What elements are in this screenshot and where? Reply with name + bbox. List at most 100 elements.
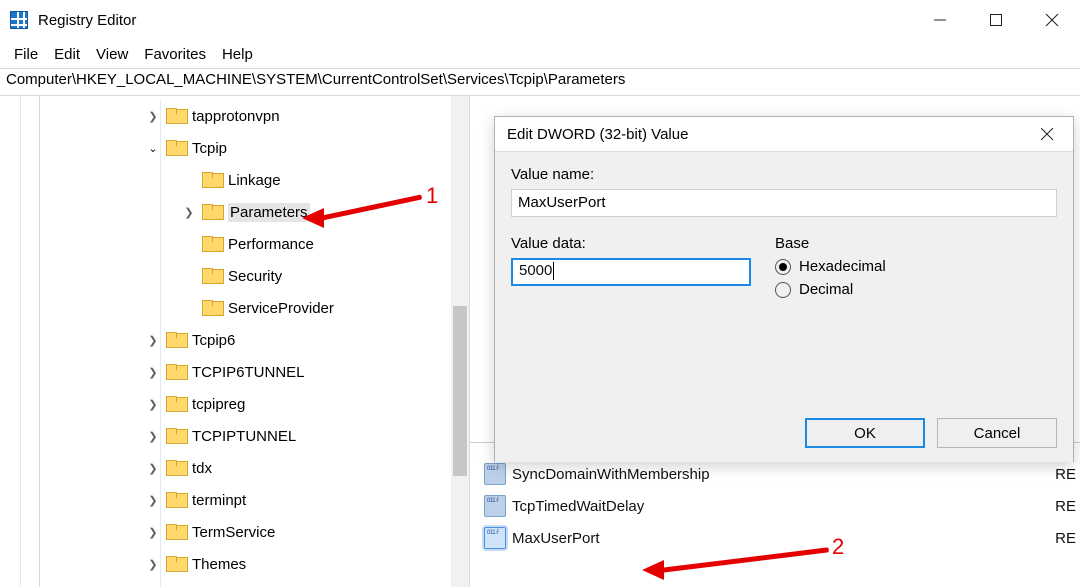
expand-icon[interactable]: ❯ <box>144 331 162 349</box>
tree-item-label: Parameters <box>228 203 310 222</box>
edit-dword-dialog: Edit DWORD (32-bit) Value Value name: Ma… <box>494 116 1074 462</box>
menu-view[interactable]: View <box>88 46 136 63</box>
app-icon <box>10 11 28 29</box>
expand-icon <box>180 171 198 189</box>
dword-icon <box>484 463 506 485</box>
value-row[interactable]: TcpTimedWaitDelay RE <box>470 490 1080 522</box>
tree-item[interactable]: ServiceProvider <box>40 292 451 324</box>
menu-edit[interactable]: Edit <box>46 46 88 63</box>
tree-item[interactable]: ❯ tcpipreg <box>40 388 451 420</box>
folder-icon <box>166 428 186 444</box>
tree-item[interactable]: ⌄ Tcpip <box>40 132 451 164</box>
tree-item[interactable]: ❯ terminpt <box>40 484 451 516</box>
value-data-input[interactable]: 5000 <box>511 258 751 286</box>
tree-item[interactable]: ❯ TCPIPTUNNEL <box>40 420 451 452</box>
tree-item-label: ServiceProvider <box>228 300 334 317</box>
close-button[interactable] <box>1024 0 1080 40</box>
expand-icon[interactable]: ❯ <box>180 203 198 221</box>
tree-item-label: Tcpip6 <box>192 332 235 349</box>
annotation-number: 1 <box>426 183 438 209</box>
tree-item-label: Security <box>228 268 282 285</box>
minimize-button[interactable] <box>912 0 968 40</box>
tree-item-label: TermService <box>192 524 275 541</box>
folder-icon <box>166 524 186 540</box>
tree-item[interactable]: ❯ TCPIP6TUNNEL <box>40 356 451 388</box>
expand-icon[interactable]: ❯ <box>144 523 162 541</box>
menu-favorites[interactable]: Favorites <box>136 46 214 63</box>
tree-item-label: Performance <box>228 236 314 253</box>
menubar: File Edit View Favorites Help <box>0 40 1080 68</box>
radio-hexadecimal[interactable]: Hexadecimal <box>775 258 1057 275</box>
tree-item-label: TCPIP6TUNNEL <box>192 364 305 381</box>
scroll-thumb[interactable] <box>453 306 467 476</box>
folder-icon <box>166 140 186 156</box>
radio-icon <box>775 259 791 275</box>
titlebar: Registry Editor <box>0 0 1080 40</box>
ok-button[interactable]: OK <box>805 418 925 448</box>
expand-icon[interactable]: ❯ <box>144 459 162 477</box>
value-row-maxuserport[interactable]: MaxUserPort RE <box>470 522 1080 554</box>
folder-icon <box>202 236 222 252</box>
tree-item-label: tdx <box>192 460 212 477</box>
expand-icon[interactable]: ❯ <box>144 107 162 125</box>
expand-icon[interactable]: ❯ <box>144 555 162 573</box>
tree-item[interactable]: ❯ tapprotonvpn <box>40 100 451 132</box>
dialog-title: Edit DWORD (32-bit) Value <box>507 126 688 143</box>
left-gutter <box>0 96 40 587</box>
folder-icon <box>166 396 186 412</box>
expand-icon <box>180 235 198 253</box>
folder-icon <box>166 460 186 476</box>
tree-item[interactable]: ❯ TermService <box>40 516 451 548</box>
address-bar[interactable]: Computer\HKEY_LOCAL_MACHINE\SYSTEM\Curre… <box>0 68 1080 96</box>
tree-pane: ❯ tapprotonvpn ⌄ Tcpip Linkage ❯ Paramet… <box>40 96 470 587</box>
tree-item[interactable]: Linkage <box>40 164 451 196</box>
folder-icon <box>202 300 222 316</box>
base-label: Base <box>775 235 1057 252</box>
expand-icon[interactable]: ❯ <box>144 363 162 381</box>
value-name: SyncDomainWithMembership <box>512 466 710 483</box>
dword-icon <box>484 495 506 517</box>
maximize-button[interactable] <box>968 0 1024 40</box>
dialog-close-button[interactable] <box>1027 121 1067 147</box>
expand-icon[interactable]: ❯ <box>144 427 162 445</box>
tree-item[interactable]: ❯ tdx <box>40 452 451 484</box>
cancel-button[interactable]: Cancel <box>937 418 1057 448</box>
menu-help[interactable]: Help <box>214 46 261 63</box>
expand-icon <box>180 267 198 285</box>
tree-item[interactable]: Performance <box>40 228 451 260</box>
value-type: RE <box>1055 466 1076 483</box>
tree-item[interactable]: ❯ Themes <box>40 548 451 580</box>
folder-icon <box>202 172 222 188</box>
expand-icon[interactable]: ❯ <box>144 491 162 509</box>
folder-icon <box>166 492 186 508</box>
menu-file[interactable]: File <box>6 46 46 63</box>
folder-icon <box>202 204 222 220</box>
tree-item-label: tapprotonvpn <box>192 108 280 125</box>
tree-item[interactable]: Security <box>40 260 451 292</box>
annotation-number: 2 <box>832 534 844 560</box>
value-type: RE <box>1055 498 1076 515</box>
tree-item-label: Themes <box>192 556 246 573</box>
radio-icon <box>775 282 791 298</box>
value-name-label: Value name: <box>511 166 1057 183</box>
value-name: MaxUserPort <box>512 530 600 547</box>
window-title: Registry Editor <box>38 12 912 29</box>
expand-icon[interactable]: ❯ <box>144 395 162 413</box>
tree-item-label: Linkage <box>228 172 281 189</box>
expand-icon <box>180 299 198 317</box>
value-name-field[interactable]: MaxUserPort <box>511 189 1057 217</box>
value-row[interactable]: SyncDomainWithMembership RE <box>470 458 1080 490</box>
collapse-icon[interactable]: ⌄ <box>144 139 162 157</box>
value-type: RE <box>1055 530 1076 547</box>
folder-icon <box>166 108 186 124</box>
radio-decimal[interactable]: Decimal <box>775 281 1057 298</box>
tree-item-label: Tcpip <box>192 140 227 157</box>
tree-scrollbar[interactable] <box>451 96 469 587</box>
value-data-label: Value data: <box>511 235 751 252</box>
folder-icon <box>166 364 186 380</box>
tree-item[interactable]: ❯ Tcpip6 <box>40 324 451 356</box>
folder-icon <box>166 556 186 572</box>
tree-item-label: tcpipreg <box>192 396 245 413</box>
folder-icon <box>166 332 186 348</box>
tree-item-label: terminpt <box>192 492 246 509</box>
